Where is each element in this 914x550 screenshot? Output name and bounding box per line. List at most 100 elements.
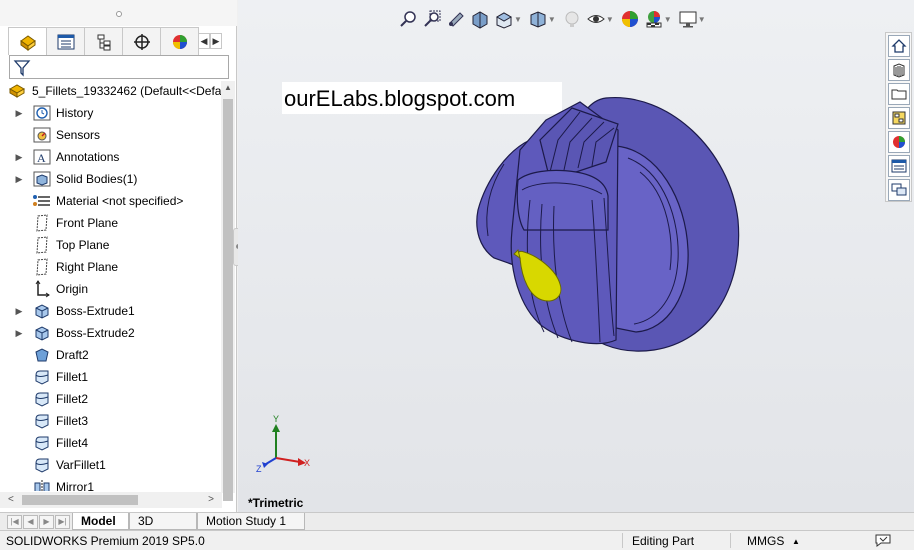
last-tab-icon[interactable]: ▶| <box>55 515 70 529</box>
filter-icon <box>13 60 31 77</box>
3d-model[interactable] <box>468 80 748 380</box>
unit-system-selector[interactable]: MMGS <box>747 534 784 548</box>
tab-property-manager[interactable] <box>46 27 85 55</box>
tab-motion-study-1[interactable]: Motion Study 1 <box>197 513 305 530</box>
scroll-thumb[interactable] <box>223 99 233 501</box>
expand-icon[interactable]: ▶ <box>12 108 26 119</box>
scroll-right-icon[interactable]: > <box>208 494 214 505</box>
document-tabs: |◀ ◀ ▶ ▶| Model 3D Views Motion Study 1 <box>0 512 914 544</box>
tree-item-solid-bodies[interactable]: ▶ Solid Bodies(1) <box>0 168 222 190</box>
tab-scroll-right-button[interactable]: ▶ <box>210 33 222 49</box>
previous-view-button[interactable] <box>444 7 468 31</box>
tree-root-label: 5_Fillets_19332462 (Default<<Default <box>32 84 222 98</box>
tree-item-fillet2[interactable]: Fillet2 <box>0 388 222 410</box>
tree-item-fillet3[interactable]: Fillet3 <box>0 410 222 432</box>
zoom-to-fit-button[interactable] <box>396 7 420 31</box>
tab-configuration-manager[interactable] <box>84 27 123 55</box>
fillet-icon <box>32 434 52 452</box>
chevron-down-icon[interactable]: ▼ <box>698 15 706 24</box>
tree-item-label: Material <not specified> <box>56 194 184 208</box>
zoom-to-fit-icon <box>400 11 416 27</box>
visibility-button[interactable] <box>584 7 608 31</box>
part-icon <box>8 84 26 98</box>
fillet-icon <box>32 390 52 408</box>
tree-item-label: VarFillet1 <box>56 458 106 472</box>
tree-item-label: Draft2 <box>56 348 89 362</box>
heads-up-view-toolbar: ▼ ▼ ▼ ▼ ▼ <box>396 6 710 32</box>
section-view-button[interactable] <box>468 7 492 31</box>
tree-item-label: Annotations <box>56 150 120 164</box>
tree-item-annotations[interactable]: ▶ A Annotations <box>0 146 222 168</box>
tree-horizontal-scrollbar[interactable]: < > <box>0 492 222 508</box>
forum-button[interactable] <box>888 179 910 201</box>
graphics-viewport[interactable]: ourELabs.blogspot.com Y X Z *Trimetric <box>238 0 914 512</box>
tab-dimxpert-manager[interactable] <box>122 27 161 55</box>
expand-icon[interactable]: ▶ <box>12 152 26 163</box>
tree-item-sensors[interactable]: Sensors <box>0 124 222 146</box>
expand-icon[interactable]: ▶ <box>12 174 26 185</box>
light-bulb-icon <box>565 11 579 27</box>
tree-item-varfillet1[interactable]: VarFillet1 <box>0 454 222 476</box>
tree-item-material[interactable]: Material <not specified> <box>0 190 222 212</box>
chevron-up-icon[interactable]: ▲ <box>792 537 800 546</box>
first-tab-icon[interactable]: |◀ <box>7 515 22 529</box>
feature-filter-input[interactable] <box>9 55 229 79</box>
scroll-up-icon[interactable]: ▲ <box>224 83 232 92</box>
eye-icon <box>587 15 605 23</box>
chat-icon <box>891 183 907 196</box>
display-style-button[interactable] <box>526 7 550 31</box>
tree-item-history[interactable]: ▶ History <box>0 102 222 124</box>
next-tab-icon[interactable]: ▶ <box>39 515 54 529</box>
panel-grip[interactable] <box>0 0 237 26</box>
chevron-down-icon[interactable]: ▼ <box>606 15 614 24</box>
apply-scene-button[interactable] <box>642 7 666 31</box>
tree-item-top-plane[interactable]: Top Plane <box>0 234 222 256</box>
view-palette-button[interactable] <box>888 107 910 129</box>
tree-item-right-plane[interactable]: Right Plane <box>0 256 222 278</box>
tree-root-part[interactable]: 5_Fillets_19332462 (Default<<Default <box>8 81 222 101</box>
zoom-to-area-icon <box>424 10 441 27</box>
tree-item-label: History <box>56 106 94 120</box>
tab-3d-views[interactable]: 3D Views <box>129 513 197 544</box>
tab-display-manager[interactable] <box>160 27 199 55</box>
appearances-button[interactable] <box>888 131 910 153</box>
scroll-thumb[interactable] <box>22 495 138 505</box>
expand-icon[interactable]: ▶ <box>12 306 26 317</box>
home-icon <box>891 39 907 53</box>
chevron-down-icon[interactable]: ▼ <box>514 15 522 24</box>
tree-vertical-scrollbar[interactable]: ▲ <box>221 81 235 501</box>
tree-item-mirror1[interactable]: Mirror1 <box>0 476 222 491</box>
edit-appearance-button[interactable] <box>618 7 642 31</box>
tab-feature-manager[interactable] <box>8 27 47 55</box>
file-explorer-button[interactable] <box>888 83 910 105</box>
chevron-down-icon[interactable]: ▼ <box>548 15 556 24</box>
tree-item-boss-extrude2[interactable]: ▶ Boss-Extrude2 <box>0 322 222 344</box>
quick-tips-button[interactable] <box>874 533 892 550</box>
scroll-left-icon[interactable]: < <box>8 494 14 505</box>
tree-item-draft2[interactable]: Draft2 <box>0 344 222 366</box>
design-library-button[interactable] <box>888 59 910 81</box>
expand-icon[interactable]: ▶ <box>12 328 26 339</box>
tree-item-origin[interactable]: Origin <box>0 278 222 300</box>
chevron-down-icon[interactable]: ▼ <box>664 15 672 24</box>
tree-item-front-plane[interactable]: Front Plane <box>0 212 222 234</box>
solid-bodies-icon <box>32 170 52 188</box>
solidworks-resources-button[interactable] <box>888 35 910 57</box>
tree-item-label: Solid Bodies(1) <box>56 172 138 186</box>
hide-show-items-button[interactable] <box>560 7 584 31</box>
custom-properties-button[interactable] <box>888 155 910 177</box>
tab-scroll-left-button[interactable]: ◀ <box>198 33 210 49</box>
view-settings-button[interactable] <box>676 7 700 31</box>
tree-item-fillet1[interactable]: Fillet1 <box>0 366 222 388</box>
previous-tab-icon[interactable]: ◀ <box>23 515 38 529</box>
product-version-text: SOLIDWORKS Premium 2019 SP5.0 <box>6 534 205 548</box>
tree-item-label: Mirror1 <box>56 480 94 491</box>
tree-item-label: Front Plane <box>56 216 119 230</box>
tree-item-fillet4[interactable]: Fillet4 <box>0 432 222 454</box>
section-view-icon <box>472 11 488 29</box>
tree-item-boss-extrude1[interactable]: ▶ Boss-Extrude1 <box>0 300 222 322</box>
zoom-to-area-button[interactable] <box>420 7 444 31</box>
tab-model[interactable]: Model <box>72 513 129 530</box>
plane-icon <box>32 236 52 254</box>
view-orientation-button[interactable] <box>492 7 516 31</box>
